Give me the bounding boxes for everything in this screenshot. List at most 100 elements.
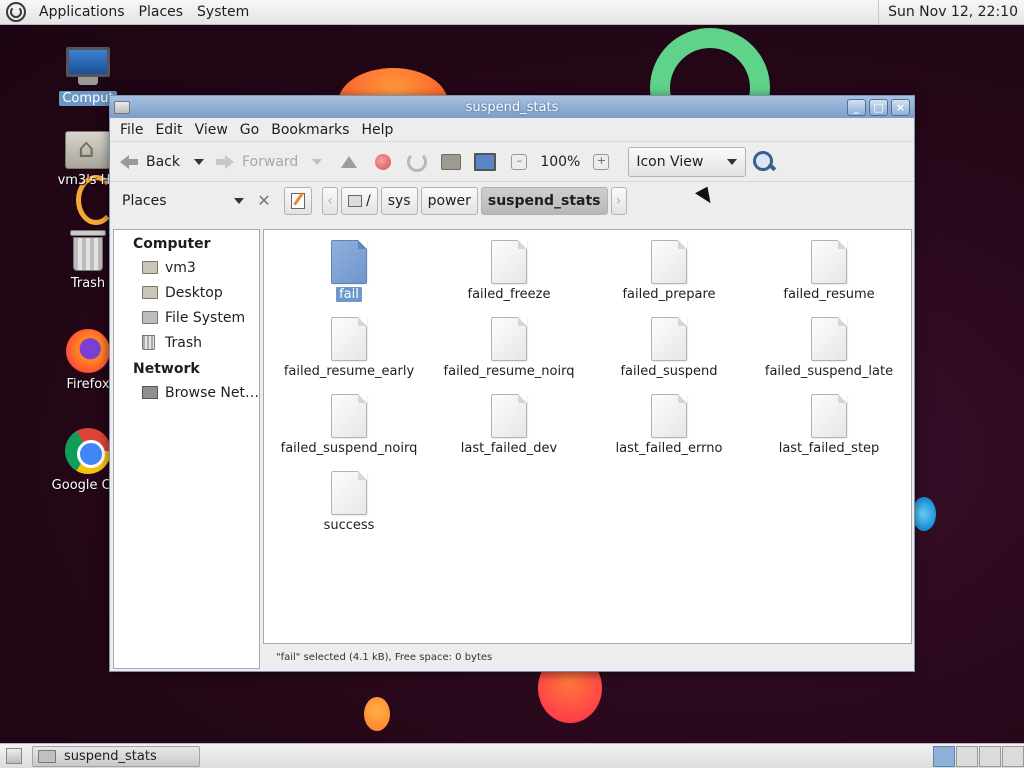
- menu-help[interactable]: Help: [355, 122, 399, 138]
- forward-button[interactable]: Forward: [214, 147, 298, 177]
- text-file-icon: [331, 317, 367, 361]
- places-sidebar: Computer vm3 Desktop File System Trash N…: [113, 229, 260, 669]
- system-menu[interactable]: System: [190, 0, 256, 25]
- zoom-level[interactable]: 100%: [540, 154, 580, 170]
- file-name: failed_suspend: [620, 364, 718, 379]
- file-name: last_failed_errno: [615, 441, 723, 456]
- up-icon[interactable]: [338, 151, 360, 173]
- window-titlebar[interactable]: suspend_stats _ □ ×: [110, 96, 914, 118]
- file-name: failed_resume: [783, 287, 875, 302]
- forward-label: Forward: [242, 153, 299, 170]
- file-item-failed-resume[interactable]: failed_resume: [754, 240, 904, 302]
- sidebar-item-trash[interactable]: Trash: [114, 330, 259, 355]
- file-item-failed-resume-early[interactable]: failed_resume_early: [274, 317, 424, 379]
- file-item-success[interactable]: success: [274, 471, 424, 533]
- back-button[interactable]: Back: [118, 147, 180, 177]
- reload-icon[interactable]: [406, 151, 428, 173]
- close-icon[interactable]: ✕: [256, 193, 272, 209]
- file-item-failed-freeze[interactable]: failed_freeze: [434, 240, 584, 302]
- file-icon-view[interactable]: fail failed_freeze failed_prepare failed…: [263, 229, 912, 644]
- text-file-icon: [331, 471, 367, 515]
- top-panel: Applications Places System Sun Nov 12, 2…: [0, 0, 1024, 25]
- menu-bookmarks[interactable]: Bookmarks: [265, 122, 355, 138]
- back-label: Back: [146, 153, 180, 170]
- show-desktop-button[interactable]: [6, 748, 22, 764]
- menubar: File Edit View Go Bookmarks Help: [110, 118, 914, 142]
- computer-icon: [64, 47, 112, 87]
- crumb-sys[interactable]: sys: [380, 187, 418, 215]
- clock[interactable]: Sun Nov 12, 22:10: [878, 0, 1024, 25]
- menu-file[interactable]: File: [114, 122, 149, 138]
- places-menu[interactable]: Places: [132, 0, 191, 25]
- home-icon[interactable]: [440, 151, 462, 173]
- sidebar-item-desktop[interactable]: Desktop: [114, 280, 259, 305]
- sidepane-selector[interactable]: Places: [114, 186, 250, 216]
- file-item-last-failed-step[interactable]: last_failed_step: [754, 394, 904, 456]
- computer-icon[interactable]: [474, 151, 496, 173]
- file-name: failed_resume_early: [283, 364, 415, 379]
- stop-icon[interactable]: [372, 151, 394, 173]
- sidebar-item-label: File System: [165, 309, 246, 326]
- window-buttons: _ □ ×: [847, 98, 910, 116]
- taskbar-window-button[interactable]: suspend_stats: [32, 745, 200, 767]
- sidebar-item-vm3[interactable]: vm3: [114, 255, 259, 280]
- view-mode-select[interactable]: Icon View: [628, 146, 747, 177]
- text-file-icon: [331, 394, 367, 438]
- close-window-button[interactable]: ×: [891, 98, 910, 116]
- zoom-out-icon[interactable]: [508, 151, 530, 173]
- crumb-power[interactable]: power: [420, 187, 478, 215]
- toggle-location-entry-button[interactable]: [284, 187, 312, 215]
- workspace-4[interactable]: [1002, 745, 1024, 767]
- workspace-2[interactable]: [956, 745, 978, 767]
- menu-view[interactable]: View: [189, 122, 234, 138]
- crumb-scroll-right[interactable]: ›: [610, 187, 627, 215]
- pencil-icon: [291, 193, 305, 209]
- gnome-foot-icon[interactable]: [6, 2, 26, 22]
- trash-icon: [70, 230, 106, 272]
- sidebar-item-browse-network[interactable]: Browse Net…: [114, 380, 259, 405]
- network-icon: [142, 386, 158, 399]
- home-folder-icon: [65, 131, 111, 169]
- file-item-failed-suspend-noirq[interactable]: failed_suspend_noirq: [274, 394, 424, 456]
- firefox-icon: [66, 329, 110, 373]
- workspace-1[interactable]: [933, 745, 955, 767]
- file-name: failed_freeze: [467, 287, 551, 302]
- maximize-button[interactable]: □: [869, 98, 888, 116]
- sidebar-item-label: vm3: [165, 259, 196, 276]
- file-item-last-failed-errno[interactable]: last_failed_errno: [594, 394, 744, 456]
- forward-history-dropdown[interactable]: [312, 158, 323, 165]
- back-history-dropdown[interactable]: [194, 158, 204, 165]
- trash-icon: [142, 335, 155, 350]
- file-name: last_failed_dev: [460, 441, 558, 456]
- file-item-fail[interactable]: fail: [274, 240, 424, 302]
- chevron-down-icon: [234, 198, 244, 204]
- file-name: fail: [336, 287, 362, 302]
- minimize-button[interactable]: _: [847, 98, 866, 116]
- view-mode-value: Icon View: [636, 153, 704, 170]
- crumb-root[interactable]: /: [341, 187, 378, 215]
- search-icon[interactable]: [752, 150, 776, 174]
- text-file-icon: [651, 240, 687, 284]
- folder-icon: [38, 749, 56, 763]
- menu-go[interactable]: Go: [234, 122, 265, 138]
- file-item-failed-suspend[interactable]: failed_suspend: [594, 317, 744, 379]
- crumb-scroll-left[interactable]: ‹: [322, 187, 338, 215]
- menu-edit[interactable]: Edit: [149, 122, 188, 138]
- wallpaper-shape: [912, 497, 936, 531]
- zoom-in-icon[interactable]: [590, 151, 612, 173]
- applications-menu[interactable]: Applications: [32, 0, 132, 25]
- window-menu-icon[interactable]: [114, 100, 130, 114]
- file-item-failed-resume-noirq[interactable]: failed_resume_noirq: [434, 317, 584, 379]
- workspace-3[interactable]: [979, 745, 1001, 767]
- bottom-panel: suspend_stats: [0, 743, 1024, 768]
- crumb-suspend-stats[interactable]: suspend_stats: [480, 187, 608, 215]
- file-item-failed-suspend-late[interactable]: failed_suspend_late: [754, 317, 904, 379]
- arrow-left-icon: [118, 152, 140, 172]
- text-file-icon: [651, 317, 687, 361]
- file-item-last-failed-dev[interactable]: last_failed_dev: [434, 394, 584, 456]
- text-file-icon: [491, 394, 527, 438]
- sidebar-item-file-system[interactable]: File System: [114, 305, 259, 330]
- crumb-root-label: /: [366, 193, 371, 209]
- file-item-failed-prepare[interactable]: failed_prepare: [594, 240, 744, 302]
- file-manager-window: suspend_stats _ □ × File Edit View Go Bo…: [109, 95, 915, 672]
